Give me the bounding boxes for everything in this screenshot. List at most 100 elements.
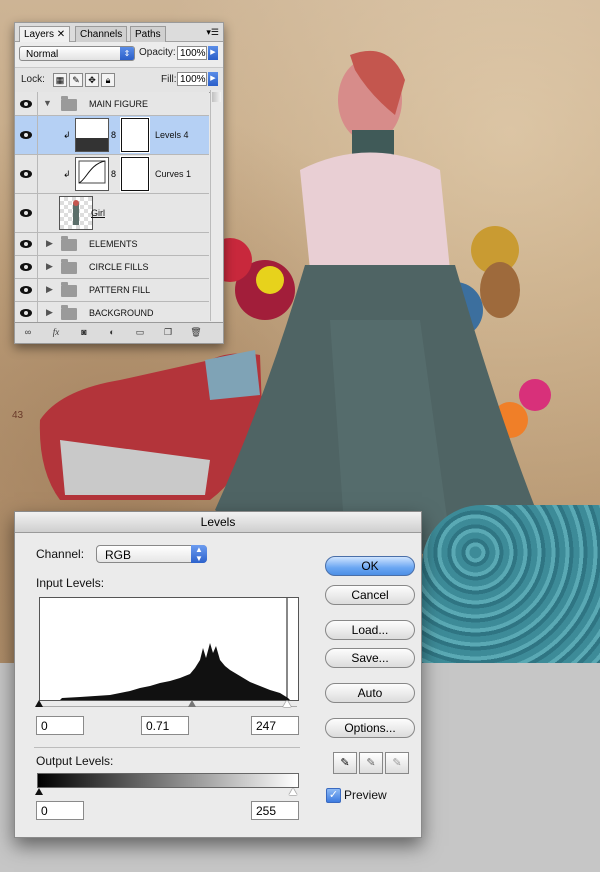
load-button[interactable]: Load... (325, 620, 415, 640)
visibility-eye-icon[interactable] (15, 155, 38, 193)
tab-paths[interactable]: Paths (130, 26, 166, 42)
curves-thumbnail-icon (75, 157, 109, 191)
channel-select[interactable]: RGB ▲ ▼ (96, 545, 207, 563)
visibility-eye-icon[interactable] (15, 233, 38, 255)
input-black-field[interactable]: 0 (36, 716, 84, 735)
trash-icon[interactable]: 🗑︎ (189, 326, 203, 339)
link-icon[interactable]: 8 (111, 169, 116, 179)
panel-tabs: Layers ✕ Channels Paths ▾☰ (15, 23, 223, 42)
folder-icon (61, 236, 77, 251)
preview-label: Preview (344, 788, 387, 802)
auto-button[interactable]: Auto (325, 683, 415, 703)
visibility-eye-icon[interactable] (15, 116, 38, 154)
collapse-triangle-icon[interactable]: ▶ (46, 261, 53, 272)
image-thumbnail-icon (59, 196, 93, 230)
output-white-field[interactable]: 255 (251, 801, 299, 820)
lock-all-icon[interactable]: 🔒︎ (101, 73, 115, 87)
output-gradient-bar (37, 773, 299, 788)
clip-arrow-icon: ↲ (63, 130, 71, 140)
collapse-triangle-icon[interactable]: ▶ (46, 238, 53, 249)
clip-arrow-icon: ↲ (63, 169, 71, 179)
link-layers-icon[interactable]: ∞ (21, 326, 35, 339)
preview-checkbox[interactable]: ✓ (326, 788, 341, 803)
expand-triangle-icon[interactable]: ▼ (43, 98, 52, 108)
layer-row-circle-fills[interactable]: ▶ CIRCLE FILLS (15, 256, 209, 279)
fx-icon[interactable]: fx (49, 326, 63, 339)
opacity-arrow-icon[interactable]: ▶ (208, 46, 218, 60)
layer-row-main-figure[interactable]: ▼ MAIN FIGURE (15, 92, 209, 116)
levels-dialog: Levels Channel: RGB ▲ ▼ Input Levels: 0 0… (14, 511, 422, 838)
input-slider-track (39, 706, 297, 707)
ok-button[interactable]: OK (325, 556, 415, 576)
layer-row-levels[interactable]: ↲ 8 Levels 4 (15, 116, 209, 155)
input-gamma-slider[interactable] (188, 700, 196, 707)
visibility-eye-icon[interactable] (15, 256, 38, 278)
channel-label: Channel: (36, 547, 85, 561)
fill-arrow-icon[interactable]: ▶ (208, 72, 218, 86)
layer-row-girl[interactable]: Girl (15, 194, 209, 233)
page-number-label: 43 (12, 410, 24, 421)
layer-name: CIRCLE FILLS (89, 262, 149, 272)
dialog-title: Levels (15, 512, 421, 533)
layer-mask-thumbnail[interactable] (120, 156, 150, 192)
pattern-fill (422, 505, 600, 663)
layer-mask-thumbnail[interactable] (120, 117, 150, 153)
collapse-triangle-icon[interactable]: ▶ (46, 284, 53, 295)
layer-row-curves[interactable]: ↲ 8 Curves 1 (15, 155, 209, 194)
visibility-eye-icon[interactable] (15, 194, 38, 232)
layer-name: BACKGROUND (89, 308, 154, 318)
blend-mode-select[interactable]: Normal ⇕ (19, 46, 135, 61)
layers-panel: Layers ✕ Channels Paths ▾☰ Normal ⇕ Opac… (14, 22, 224, 344)
layer-row-pattern-fill[interactable]: ▶ PATTERN FILL (15, 279, 209, 302)
opacity-input[interactable]: 100% (177, 46, 207, 60)
visibility-eye-icon[interactable] (15, 92, 38, 115)
close-icon[interactable]: ✕ (57, 29, 65, 40)
layer-row-elements[interactable]: ▶ ELEMENTS (15, 233, 209, 256)
lock-pixels-icon[interactable]: ✎ (69, 73, 83, 87)
new-layer-icon[interactable]: ❐ (161, 326, 175, 339)
collapse-triangle-icon[interactable]: ▶ (46, 307, 53, 318)
adjustment-layer-icon[interactable]: ◐ (105, 326, 119, 339)
cancel-button[interactable]: Cancel (325, 585, 415, 605)
input-black-slider[interactable] (35, 700, 43, 707)
layer-name: PATTERN FILL (89, 285, 151, 295)
panel-menu-icon[interactable]: ▾☰ (206, 27, 219, 38)
folder-icon (61, 259, 77, 274)
add-mask-icon[interactable]: ◙ (77, 326, 91, 339)
visibility-eye-icon[interactable] (15, 302, 38, 324)
opacity-label: Opacity: (139, 47, 176, 58)
fill-label: Fill: (161, 74, 177, 85)
output-levels-label: Output Levels: (36, 754, 114, 768)
blend-mode-value: Normal (26, 49, 59, 60)
layer-name: Levels 4 (155, 130, 189, 140)
visibility-eye-icon[interactable] (15, 279, 38, 301)
save-button[interactable]: Save... (325, 648, 415, 668)
histogram (39, 597, 299, 701)
tab-layers[interactable]: Layers ✕ (19, 26, 71, 42)
lock-transparency-icon[interactable]: ▦ (53, 73, 67, 87)
output-white-slider[interactable] (289, 788, 297, 795)
input-white-field[interactable]: 247 (251, 716, 299, 735)
input-levels-label: Input Levels: (36, 576, 105, 590)
gray-eyedropper-icon[interactable]: ✎ (359, 752, 383, 774)
layer-name: MAIN FIGURE (89, 99, 149, 109)
output-black-slider[interactable] (35, 788, 43, 795)
input-white-slider[interactable] (283, 700, 291, 707)
folder-icon (61, 305, 77, 320)
lock-position-icon[interactable]: ✥ (85, 73, 99, 87)
layer-name: Girl (91, 208, 105, 218)
tab-layers-label: Layers (24, 29, 55, 40)
new-group-icon[interactable]: ▭ (133, 326, 147, 339)
layers-scrollbar[interactable] (210, 90, 223, 321)
options-button[interactable]: Options... (325, 718, 415, 738)
white-eyedropper-icon[interactable]: ✎ (385, 752, 409, 774)
link-icon[interactable]: 8 (111, 130, 116, 140)
tab-channels[interactable]: Channels (75, 26, 128, 42)
blend-row: Normal ⇕ Opacity: 100% ▶ (15, 42, 223, 67)
black-eyedropper-icon[interactable]: ✎ (333, 752, 357, 774)
input-gamma-field[interactable]: 0.71 (141, 716, 189, 735)
layer-name: Curves 1 (155, 169, 192, 179)
fill-input[interactable]: 100% (177, 72, 207, 86)
levels-thumbnail-icon (75, 118, 109, 152)
output-black-field[interactable]: 0 (36, 801, 84, 820)
